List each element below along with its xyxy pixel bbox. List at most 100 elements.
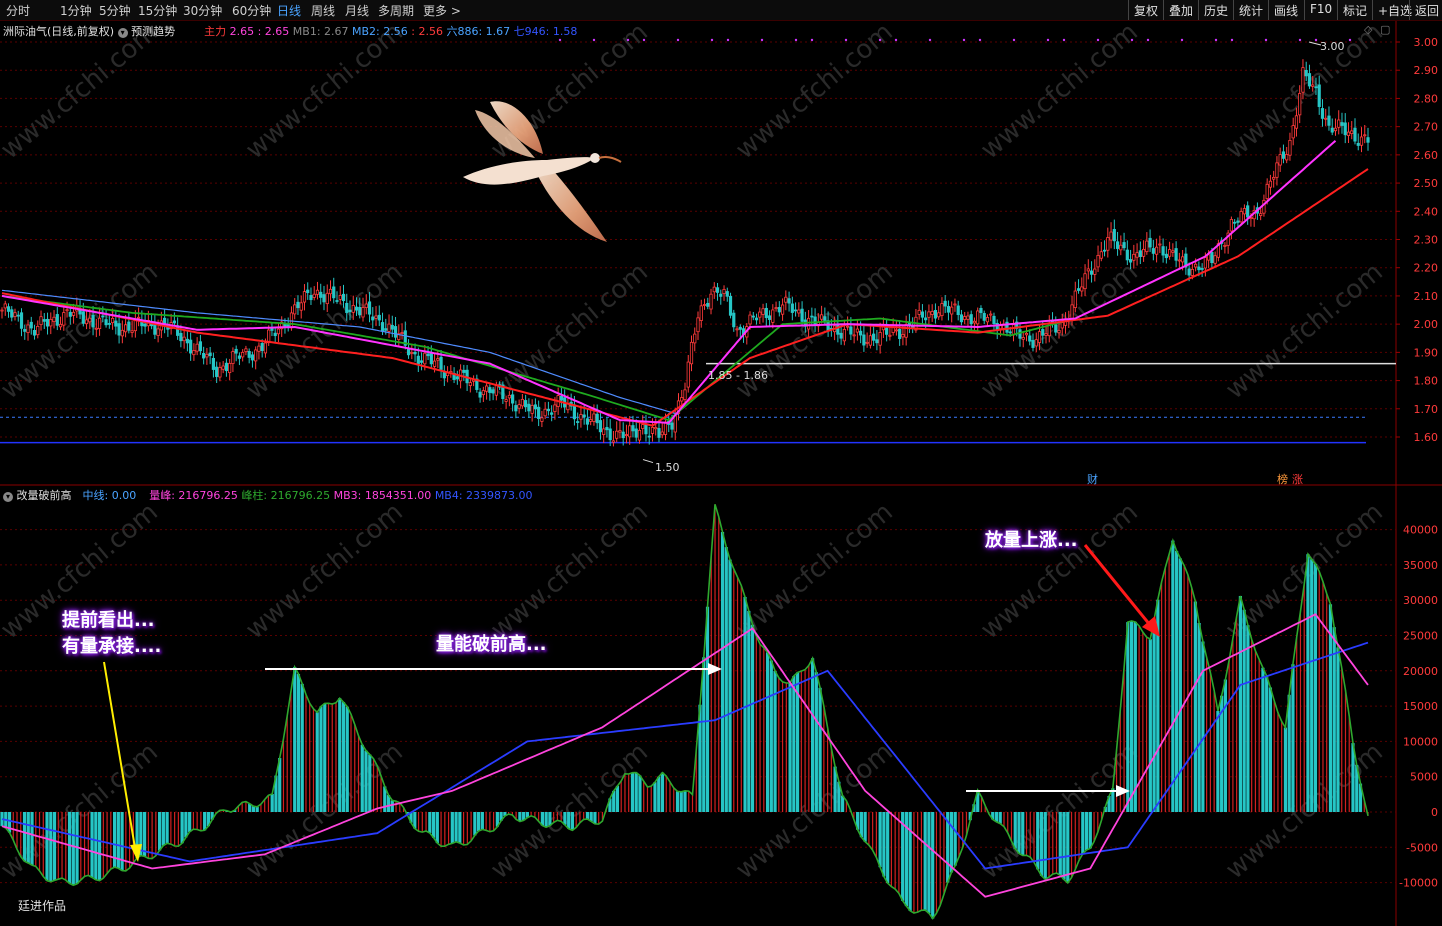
liu-value: 六886: 1.67 [446,25,511,38]
volume-bar [143,812,147,857]
candle-body [953,303,957,306]
candle-body [517,404,521,409]
price-tick-label: 1.70 [1414,403,1439,416]
volume-bar [773,670,777,812]
candle-body [631,425,635,432]
ranking-marker[interactable]: 榜 [1277,471,1288,487]
candle-body [680,397,684,402]
price-tick-label: 2.60 [1414,149,1439,162]
candle-body [332,286,336,299]
volume-bar [20,812,22,857]
chevron-down-icon[interactable]: ▾ [117,28,128,38]
candle-body [537,406,541,419]
candle-body [49,319,53,327]
volume-bar [1129,620,1134,812]
close-panel-icon[interactable]: ▢ [1380,23,1390,36]
candle-body [589,419,593,422]
candle-body [202,353,206,359]
rise-marker[interactable]: 涨 [1292,471,1303,487]
watermark-text: www.cfchi.com [0,737,164,885]
volume-bar [1313,564,1318,812]
candle-body [979,307,983,313]
candle-body [650,427,655,434]
candle-body [228,362,232,374]
bird-image [463,101,622,242]
volume-tick-label: 40000 [1403,524,1438,537]
volume-bar [1039,812,1044,876]
candle-body [1168,249,1172,257]
volume-bar [1142,631,1144,812]
volume-bar [939,812,941,906]
collapse-icon[interactable]: ◇ [1364,23,1372,36]
candle-body [192,350,196,356]
candle-body [1265,183,1269,200]
candle-body [956,305,960,315]
volume-bar [350,714,352,812]
watermark-text: www.cfchi.com [0,17,164,165]
candle-body [1346,131,1351,136]
candle-body [1132,253,1136,261]
candle-body [839,332,843,339]
candle-body [894,329,899,332]
volume-bar [83,812,86,877]
candle-body [1272,177,1276,180]
chart-canvas[interactable]: www.cfchi.com www.cfchi.com www.cfchi.com w… [0,0,1442,926]
volume-bar [878,812,882,868]
candle-body [504,399,508,402]
candle-body [1109,231,1113,241]
volume-bar [1175,550,1179,812]
candle-body [1102,249,1107,252]
candle-body [241,351,245,358]
candle-body [215,366,219,377]
candle-body [65,309,69,312]
candle-body [10,309,14,318]
candle-body [634,428,638,438]
candle-body [732,312,736,328]
volume-bar [781,681,784,812]
candle-body [104,319,108,326]
volume-rise-arrow-line [1083,544,1152,626]
volume-bar [1251,639,1253,812]
candle-body [419,360,424,363]
indicator-title[interactable]: 改量破前高 [17,489,72,502]
candle-body [432,360,437,367]
signal-dot [844,38,848,42]
price-tick-label: 3.00 [1414,36,1439,49]
watermark-text: www.cfchi.com [730,17,899,165]
candle-body [1213,255,1217,264]
volume-bar [808,665,810,812]
candle-body [325,292,329,305]
volume-tick-label: 15000 [1403,700,1438,713]
volume-bar [579,812,581,823]
candle-body [1259,213,1263,216]
candle-body [221,365,225,370]
candle-body [758,311,762,318]
watermark-text: www.cfchi.com [1220,257,1389,405]
volume-bar [94,812,98,880]
watermark-text: www.cfchi.com [240,17,409,165]
candle-body [481,390,485,396]
candle-body [527,403,531,412]
candle-body [1181,256,1185,263]
candle-body [29,321,33,329]
trend-label[interactable]: 预测趋势 [131,25,175,38]
stock-title[interactable]: 洲际油气(日线,前复权) [3,25,114,38]
candle-body [618,430,622,433]
volume-bar [30,812,34,866]
candle-body [52,316,56,323]
volume-bar [357,735,360,812]
signal-dot [642,38,646,42]
candle-body [205,353,209,358]
chevron-down-icon[interactable]: ▾ [3,492,13,502]
finance-marker[interactable]: 财 [1087,471,1098,487]
candle-body [930,311,934,315]
watermark-text: www.cfchi.com [975,497,1144,645]
volume-bar [192,812,194,830]
volume-bar [1033,812,1035,863]
candle-body [289,312,294,329]
candle-body [865,341,869,344]
candle-body [657,428,661,438]
watermark-text: www.cfchi.com [240,497,409,645]
candle-body [94,327,98,330]
candle-body [1106,237,1110,251]
